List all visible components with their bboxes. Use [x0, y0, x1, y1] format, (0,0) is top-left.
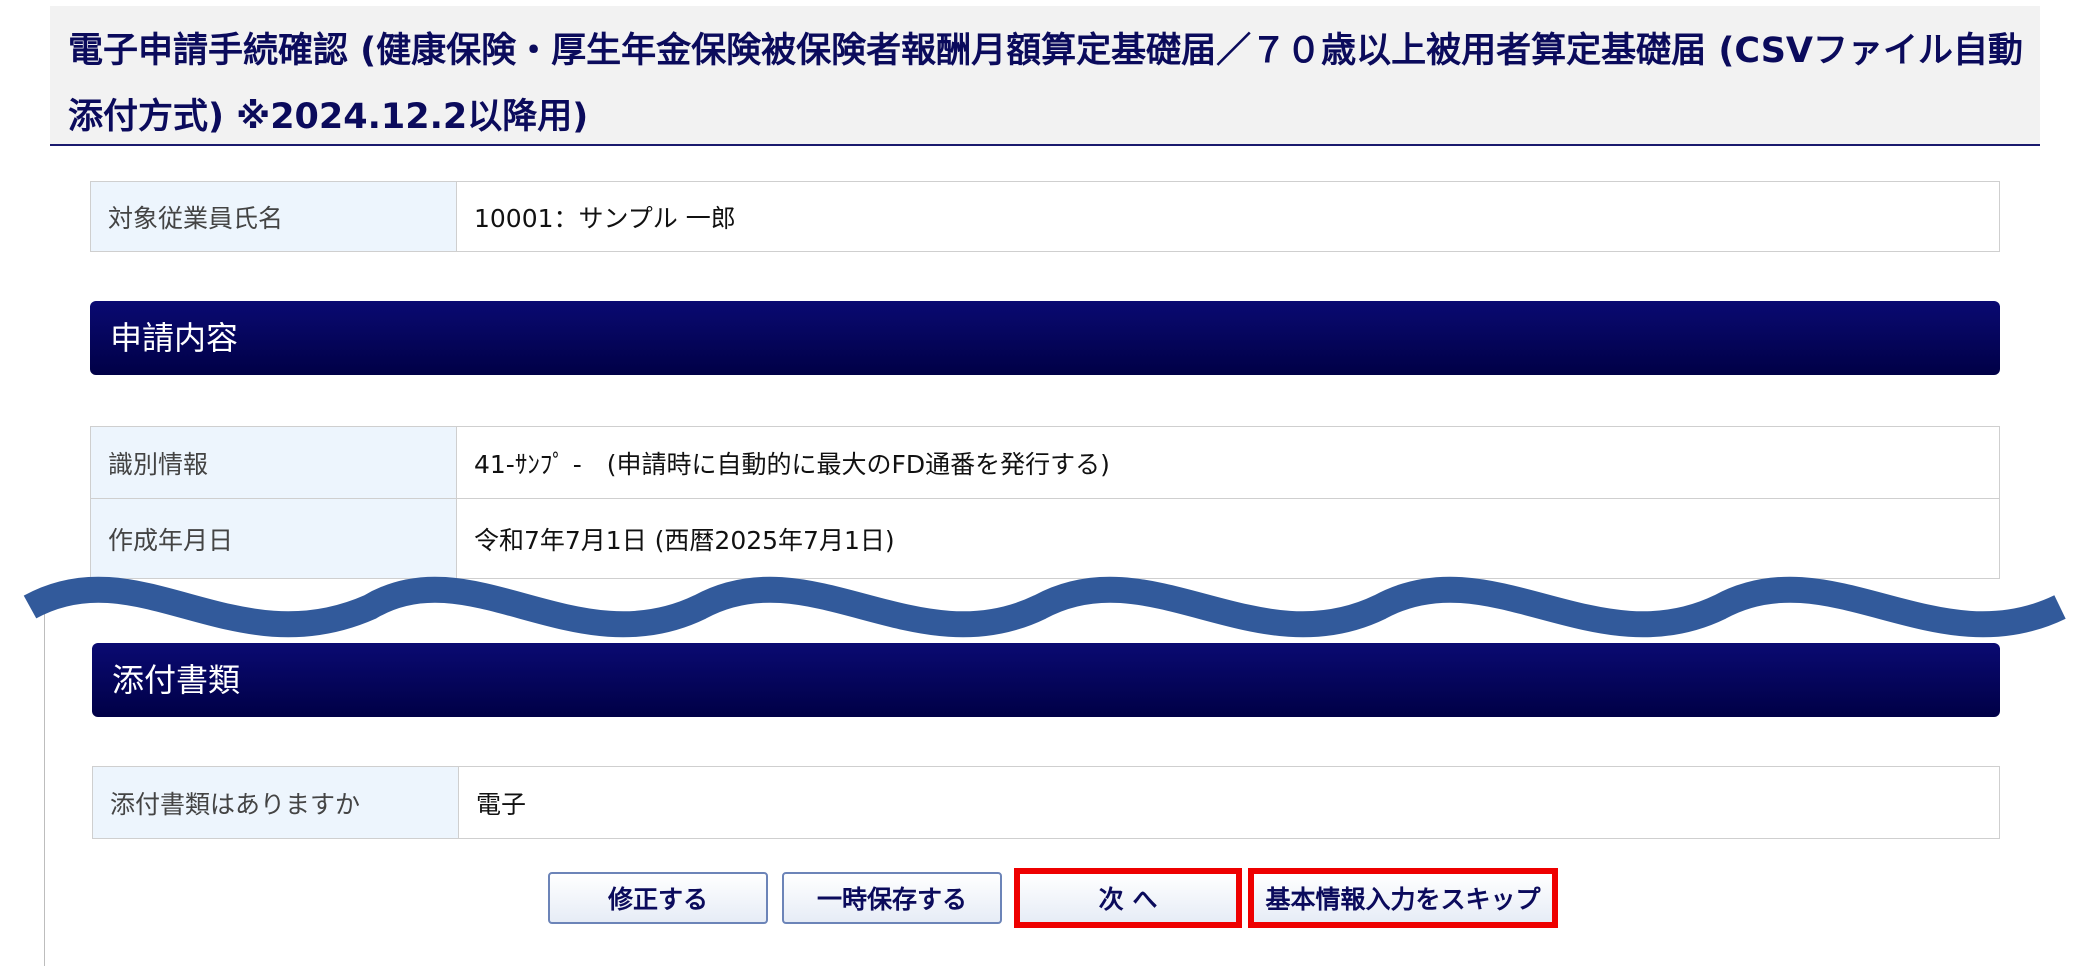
attachment-question-label: 添付書類はありますか	[92, 766, 459, 839]
attachment-section-header: 添付書類	[92, 643, 2000, 717]
table-row: 対象従業員氏名 10001：サンプル 一郎	[90, 181, 2000, 252]
application-section-title: 申請内容	[110, 319, 239, 357]
attachment-table: 添付書類はありますか 電子	[92, 766, 2000, 839]
identification-label: 識別情報	[90, 426, 457, 499]
employee-table: 対象従業員氏名 10001：サンプル 一郎	[90, 181, 2000, 252]
next-button[interactable]: 次 へ	[1014, 868, 1242, 928]
application-table: 識別情報 41-ｻﾝﾌﾟ - (申請時に自動的に最大のFD通番を発行する) 作成…	[90, 426, 2000, 579]
identification-value: 41-ｻﾝﾌﾟ - (申請時に自動的に最大のFD通番を発行する)	[456, 426, 2000, 499]
wave-line	[23, 576, 2066, 638]
table-row: 添付書類はありますか 電子	[92, 766, 2000, 839]
application-section-header: 申請内容	[90, 301, 2000, 375]
edit-button[interactable]: 修正する	[548, 872, 768, 924]
attachment-section-title: 添付書類	[112, 661, 241, 699]
skip-basic-info-button[interactable]: 基本情報入力をスキップ	[1248, 868, 1558, 928]
table-row: 識別情報 41-ｻﾝﾌﾟ - (申請時に自動的に最大のFD通番を発行する)	[90, 426, 2000, 499]
save-draft-button[interactable]: 一時保存する	[782, 872, 1002, 924]
page-break-wave	[23, 576, 2066, 638]
employee-name-value: 10001：サンプル 一郎	[456, 181, 2000, 252]
attachment-question-value: 電子	[458, 766, 2000, 839]
page-title: 電子申請手続確認 (健康保険・厚生年金保険被保険者報酬月額算定基礎届／７０歳以上…	[68, 31, 2023, 137]
page-header: 電子申請手続確認 (健康保険・厚生年金保険被保険者報酬月額算定基礎届／７０歳以上…	[50, 6, 2040, 146]
employee-name-label: 対象従業員氏名	[90, 181, 457, 252]
action-buttons: 修正する 一時保存する 次 へ 基本情報入力をスキップ	[0, 868, 2078, 930]
